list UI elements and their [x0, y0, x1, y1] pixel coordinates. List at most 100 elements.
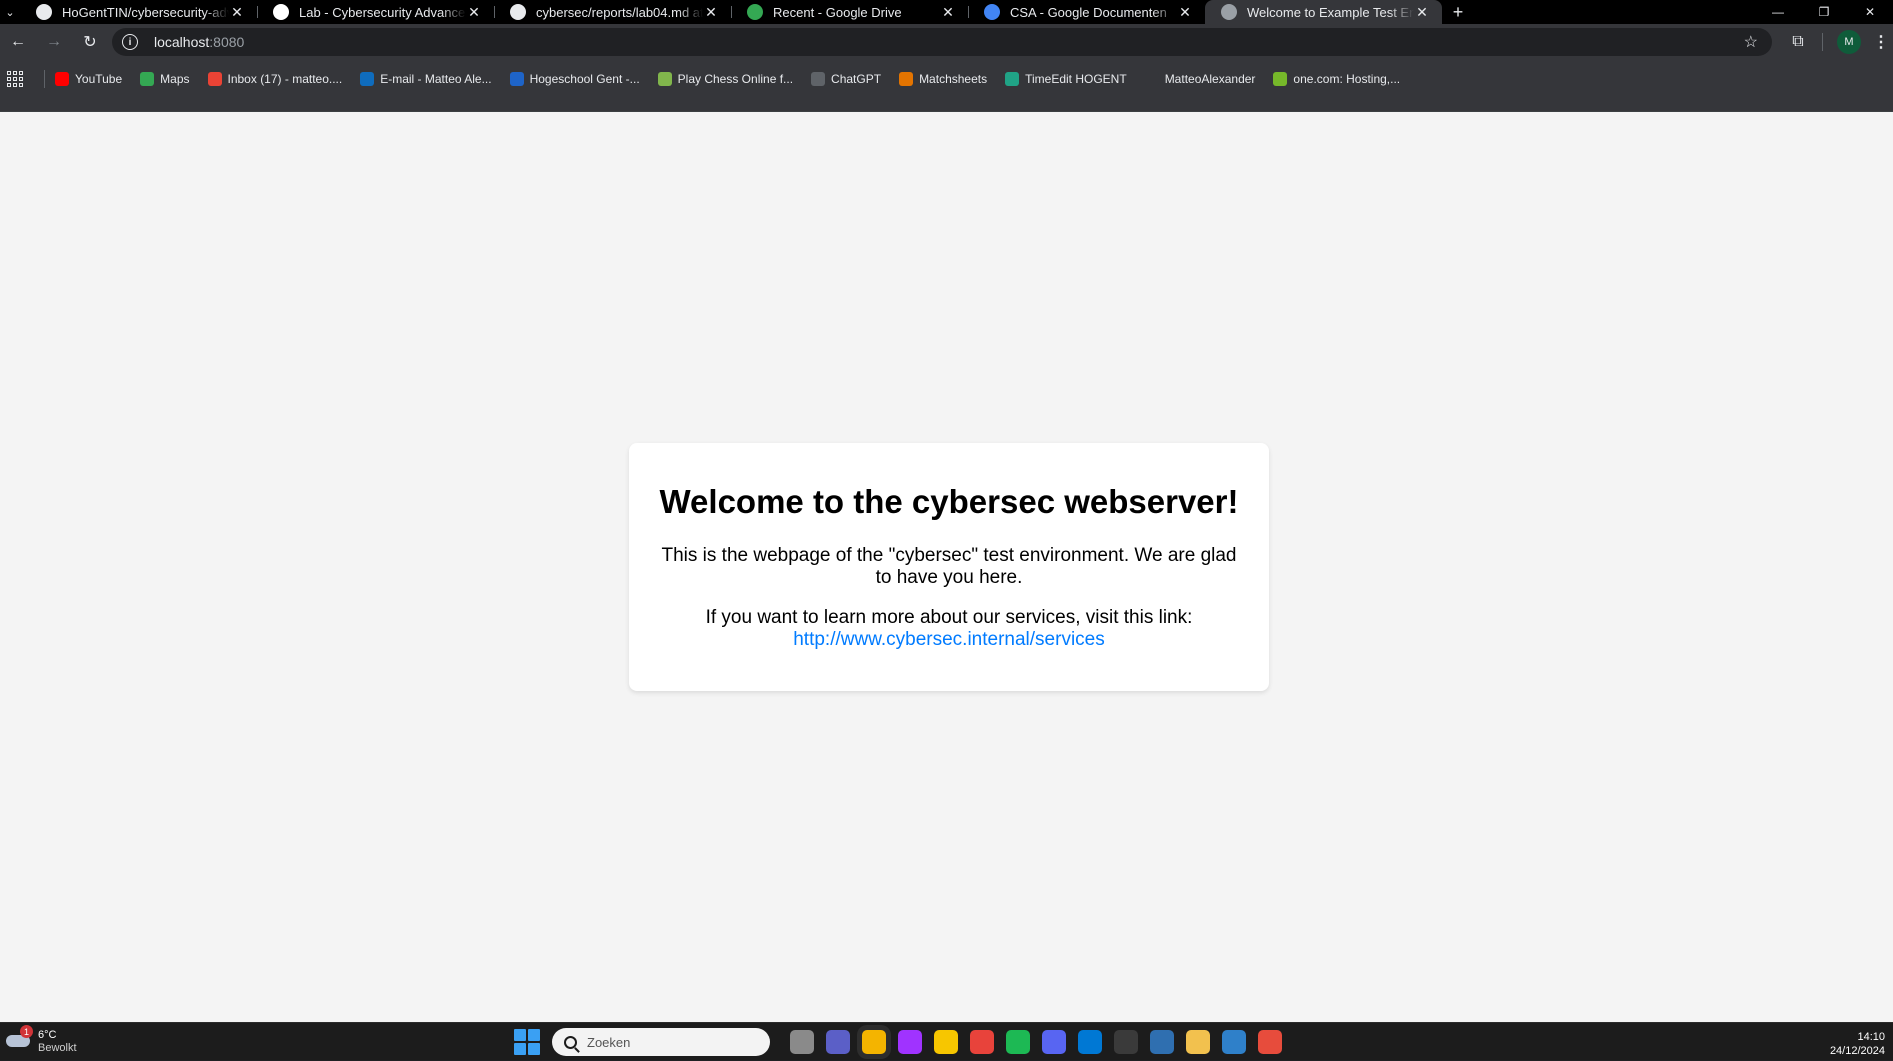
- bookmark-item[interactable]: Play Chess Online f...: [657, 71, 794, 86]
- bookmark-item[interactable]: TimeEdit HOGENT: [1005, 71, 1127, 86]
- tab-close-icon[interactable]: ✕: [1177, 4, 1193, 21]
- browser-tab[interactable]: HoGentTIN/cybersecurity-advanced✕: [20, 0, 257, 24]
- toolbar-actions: ⧉ M ⋮: [1780, 24, 1893, 60]
- github-icon: [36, 4, 52, 20]
- weather-temperature: 6°C: [38, 1029, 57, 1041]
- taskbar-center: Zoeken: [514, 1023, 1288, 1061]
- taskbar-search[interactable]: Zoeken: [552, 1028, 770, 1056]
- browser-toolbar: ← → ↻ i localhost:8080 ☆ ⧉ M ⋮: [0, 24, 1893, 60]
- vscode-icon[interactable]: [1078, 1030, 1102, 1054]
- back-arrow-icon[interactable]: ←: [0, 24, 36, 60]
- window-controls: — ❐ ✕: [1755, 0, 1893, 24]
- spotify-icon[interactable]: [1006, 1030, 1030, 1054]
- chess-pawn-icon: [657, 71, 672, 86]
- extensions-puzzle-icon[interactable]: ⧉: [1780, 33, 1816, 51]
- address-bar[interactable]: i localhost:8080 ☆: [112, 28, 1772, 56]
- welcome-card: Welcome to the cybersec webserver! This …: [629, 443, 1269, 691]
- bookmark-label: Inbox (17) - matteo....: [227, 71, 343, 86]
- hogent-icon: [509, 71, 524, 86]
- services-text: If you want to learn more about our serv…: [705, 607, 1193, 628]
- hackmd-icon: [273, 4, 289, 20]
- terminal-icon[interactable]: [1114, 1030, 1138, 1054]
- windows-start-icon[interactable]: [514, 1029, 540, 1055]
- chatgpt-icon: [811, 71, 826, 86]
- system-clock[interactable]: 14:10 24/12/2024: [1830, 1030, 1885, 1058]
- chrome-icon[interactable]: [862, 1030, 886, 1054]
- url-port: :8080: [209, 34, 245, 50]
- tab-title: HoGentTIN/cybersecurity-advanced: [62, 4, 229, 20]
- page-title: Welcome to the cybersec webserver!: [659, 483, 1239, 520]
- bookmark-label: Play Chess Online f...: [677, 71, 794, 86]
- tab-close-icon[interactable]: ✕: [1414, 4, 1430, 21]
- virtualbox-icon[interactable]: [1150, 1030, 1174, 1054]
- browser-tab[interactable]: cybersec/reports/lab04.md at main✕: [494, 0, 731, 24]
- browser-tab[interactable]: Recent - Google Drive ✕: [731, 0, 968, 24]
- pinned-apps: [784, 1030, 1288, 1054]
- apps-grid-icon[interactable]: [6, 70, 24, 88]
- tab-title: Recent - Google Drive: [773, 4, 902, 20]
- teams-icon[interactable]: [826, 1030, 850, 1054]
- bookmark-label: ChatGPT: [831, 71, 882, 86]
- browser-tab[interactable]: Lab - Cybersecurity Advanced ✕: [257, 0, 494, 24]
- bookmark-item[interactable]: one.com: Hosting,...: [1273, 71, 1400, 86]
- search-placeholder: Zoeken: [587, 1034, 631, 1050]
- profile-avatar[interactable]: M: [1837, 30, 1861, 54]
- bookmark-item[interactable]: Inbox (17) - matteo....: [207, 71, 343, 86]
- youtube-icon: [55, 71, 69, 86]
- onecom-icon: [1273, 71, 1288, 86]
- bookmark-item[interactable]: YouTube: [55, 71, 123, 86]
- file-explorer-icon[interactable]: [934, 1030, 958, 1054]
- tab-close-icon[interactable]: ✕: [703, 4, 719, 21]
- close-window-icon[interactable]: ✕: [1847, 0, 1893, 24]
- minimize-icon[interactable]: —: [1755, 0, 1801, 24]
- weather-widget[interactable]: 1 6°C Bewolkt: [6, 1025, 77, 1055]
- page-viewport: Welcome to the cybersec webserver! This …: [0, 112, 1893, 1022]
- bookmark-item[interactable]: ChatGPT: [811, 71, 882, 86]
- bookmark-star-icon[interactable]: ☆: [1744, 32, 1758, 52]
- messenger-icon[interactable]: [898, 1030, 922, 1054]
- tab-close-icon[interactable]: ✕: [229, 4, 245, 21]
- tab-close-icon[interactable]: ✕: [466, 4, 482, 21]
- browser-menu-icon[interactable]: ⋮: [1869, 32, 1893, 52]
- discord-icon[interactable]: [1042, 1030, 1066, 1054]
- notepad-icon[interactable]: [1222, 1030, 1246, 1054]
- bookmark-item[interactable]: Maps: [140, 71, 190, 86]
- notification-badge: 1: [20, 1025, 33, 1038]
- windows-taskbar: 1 6°C Bewolkt Zoeken 14:10 24/12/2024: [0, 1022, 1893, 1060]
- google-docs-icon: [984, 4, 1000, 20]
- bookmark-label: YouTube: [75, 71, 123, 86]
- github-icon: [1144, 71, 1159, 86]
- site-info-icon[interactable]: i: [122, 34, 138, 50]
- forward-arrow-icon[interactable]: →: [36, 24, 72, 60]
- bookmark-item[interactable]: MatteoAlexander: [1144, 71, 1256, 86]
- tab-search-chevron-icon[interactable]: ⌄: [0, 0, 20, 24]
- tab-title: cybersec/reports/lab04.md at main: [536, 4, 703, 20]
- new-tab-button[interactable]: +: [1442, 0, 1474, 24]
- services-link[interactable]: http://www.cybersec.internal/services: [793, 629, 1105, 650]
- google-drive-icon: [747, 4, 763, 20]
- bookmark-item[interactable]: Matchsheets: [899, 71, 987, 86]
- bookmark-item[interactable]: Hogeschool Gent -...: [509, 71, 640, 86]
- globe-icon: [1221, 4, 1237, 20]
- reload-icon[interactable]: ↻: [72, 24, 108, 60]
- tab-close-icon[interactable]: ✕: [940, 4, 956, 21]
- bookmarks-divider: [44, 69, 45, 88]
- tab-list: HoGentTIN/cybersecurity-advanced✕Lab - C…: [20, 0, 1442, 24]
- restore-icon[interactable]: ❐: [1801, 0, 1847, 24]
- folder-zip-icon[interactable]: [1186, 1030, 1210, 1054]
- git-icon[interactable]: [970, 1030, 994, 1054]
- url-host: localhost: [154, 34, 210, 50]
- clock-date: 24/12/2024: [1829, 1045, 1885, 1057]
- timeedit-icon: [1005, 71, 1020, 86]
- matchsheets-icon: [899, 71, 914, 86]
- browser-tab[interactable]: Welcome to Example Test Environment✕: [1205, 0, 1442, 24]
- bookmark-label: TimeEdit HOGENT: [1025, 71, 1127, 86]
- browser-tab[interactable]: CSA - Google Documenten ✕: [968, 0, 1205, 24]
- task-view-icon[interactable]: [790, 1030, 814, 1054]
- gmail-icon: [207, 71, 222, 86]
- bookmark-label: Hogeschool Gent -...: [529, 71, 640, 86]
- bookmark-item[interactable]: E-mail - Matteo Ale...: [360, 71, 492, 86]
- bookmark-label: MatteoAlexander: [1164, 71, 1256, 86]
- maps-icon: [140, 71, 155, 86]
- calendar-icon[interactable]: [1258, 1030, 1282, 1054]
